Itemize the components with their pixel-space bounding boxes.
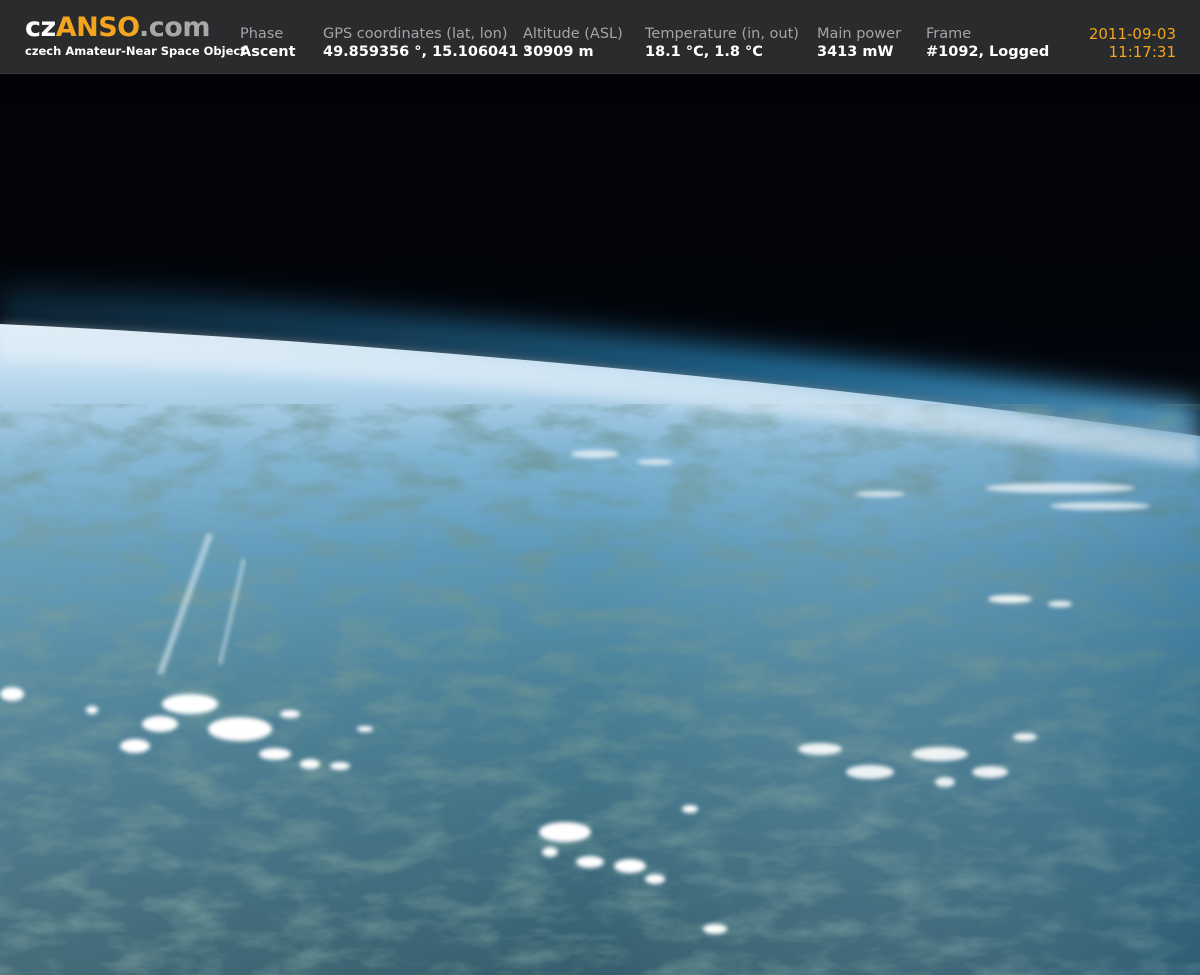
brand: czANSO.com czech Amateur-Near Space Obje… — [25, 14, 246, 59]
frame-value: #1092, Logged — [926, 44, 1050, 60]
altitude-label: Altitude (ASL) — [523, 26, 623, 42]
temperature-value: 18.1 °C, 1.8 °C — [645, 44, 763, 60]
frame-label: Frame — [926, 26, 972, 42]
phase-field: Phase Ascent — [240, 25, 296, 61]
camera-frame: czANSO.com czech Amateur-Near Space Obje… — [0, 0, 1200, 975]
logo: czANSO.com — [25, 14, 246, 42]
temperature-field: Temperature (in, out) 18.1 °C, 1.8 °C — [645, 25, 799, 61]
tagline: czech Amateur-Near Space Object — [25, 44, 246, 58]
temperature-label: Temperature (in, out) — [645, 26, 799, 42]
logo-accent: ANSO — [55, 12, 140, 43]
frame-field: Frame #1092, Logged — [926, 25, 1049, 61]
earth-horizon-photo — [0, 74, 1200, 975]
power-field: Main power 3413 mW — [817, 25, 901, 61]
phase-value: Ascent — [240, 44, 296, 60]
phase-label: Phase — [240, 26, 284, 42]
gps-label: GPS coordinates (lat, lon) — [323, 26, 508, 42]
time-value: 11:17:31 — [1108, 43, 1176, 61]
logo-prefix: cz — [25, 12, 56, 43]
date-value: 2011-09-03 — [1088, 25, 1176, 43]
timestamp: 2011-09-03 11:17:31 — [1089, 25, 1176, 61]
power-value: 3413 mW — [817, 44, 894, 60]
telemetry-header: czANSO.com czech Amateur-Near Space Obje… — [0, 0, 1200, 74]
logo-suffix: .com — [139, 12, 210, 43]
altitude-field: Altitude (ASL) 30909 m — [523, 25, 623, 61]
gps-field: GPS coordinates (lat, lon) 49.859356 °, … — [323, 25, 531, 61]
power-label: Main power — [817, 26, 902, 42]
altitude-value: 30909 m — [523, 44, 594, 60]
gps-value: 49.859356 °, 15.106041 ° — [323, 44, 531, 60]
